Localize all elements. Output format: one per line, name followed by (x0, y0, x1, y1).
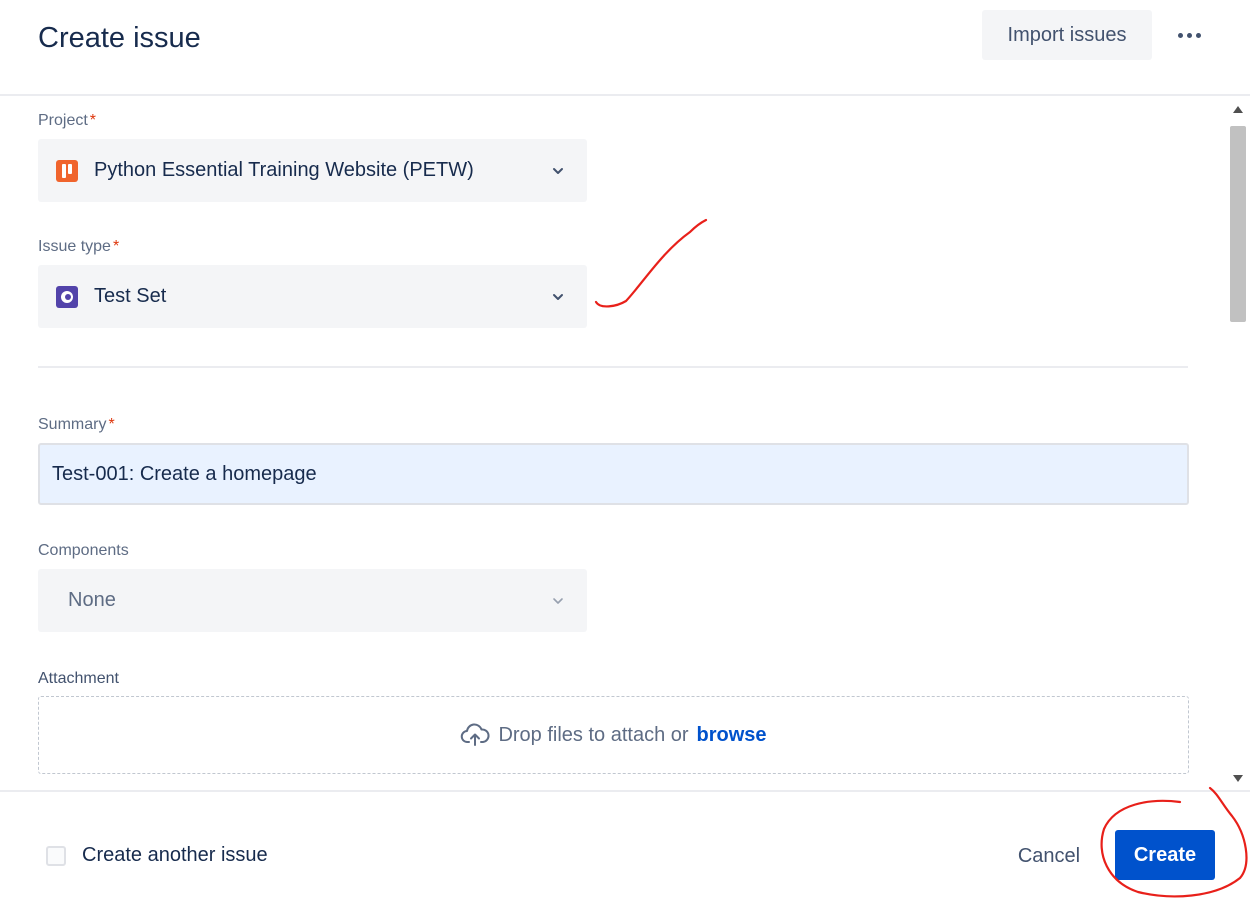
create-button[interactable]: Create (1115, 830, 1215, 880)
project-select[interactable]: Python Essential Training Website (PETW) (38, 139, 587, 202)
chevron-down-icon (553, 597, 563, 604)
cancel-button[interactable]: Cancel (1006, 834, 1092, 878)
project-label: Project * (38, 112, 97, 129)
more-horizontal-icon (1177, 32, 1183, 38)
attachment-dropzone[interactable]: Drop files to attach or browse (38, 696, 1189, 774)
create-another-checkbox[interactable] (46, 845, 66, 866)
summary-label: Summary * (38, 416, 115, 433)
issue-type-label: Issue type * (38, 238, 120, 255)
project-select-value: Python Essential Training Website (PETW) (94, 159, 474, 181)
test-set-icon (56, 285, 78, 308)
import-issues-button[interactable]: Import issues (982, 10, 1152, 60)
section-divider (38, 366, 1188, 368)
cloud-upload-icon (461, 723, 490, 746)
components-select[interactable]: None (38, 569, 587, 632)
browse-link[interactable]: browse (697, 724, 767, 747)
create-another-label: Create another issue (82, 844, 268, 866)
issue-type-select-value: Test Set (94, 285, 167, 307)
chevron-down-icon (553, 167, 563, 174)
scroll-thumb[interactable] (1230, 126, 1246, 322)
dialog-title: Create issue (38, 22, 201, 54)
vertical-scrollbar[interactable] (1226, 98, 1250, 790)
create-another-issue-toggle[interactable]: Create another issue (46, 844, 268, 867)
components-select-value: None (68, 589, 116, 611)
chevron-down-icon (553, 293, 563, 300)
dialog-header: Create issue Import issues (0, 0, 1250, 96)
dialog-body[interactable]: Project * Python Essential Training Websi… (0, 98, 1226, 790)
issue-type-select[interactable]: Test Set (38, 265, 587, 328)
summary-input[interactable] (38, 443, 1189, 505)
more-actions-button[interactable] (1164, 14, 1214, 56)
components-label: Components (38, 542, 129, 559)
project-avatar-icon (56, 159, 78, 182)
attachment-label: Attachment (38, 670, 119, 687)
scroll-up-arrow-icon[interactable] (1233, 106, 1243, 113)
scroll-down-arrow-icon[interactable] (1233, 775, 1243, 782)
dialog-footer: Create another issue Cancel Create (0, 790, 1250, 902)
dropzone-text: Drop files to attach or (498, 723, 689, 746)
